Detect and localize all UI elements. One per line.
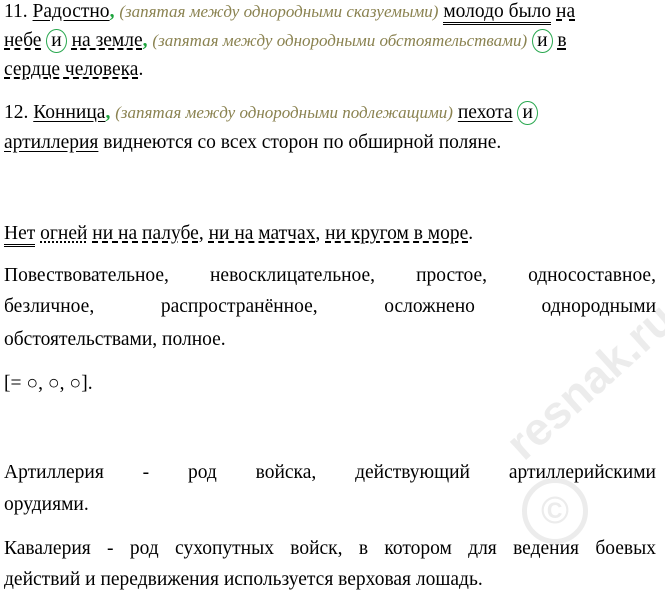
definition-word: в: [358, 538, 369, 559]
definition-word: войск,: [290, 538, 343, 559]
comma-note: (запятая между однородными обстоятельств…: [152, 31, 528, 50]
definition-word: войска,: [255, 462, 317, 483]
sentence-scheme: [= ○, ○, ○].: [4, 373, 93, 394]
subject: Конница: [33, 102, 106, 123]
period: .: [138, 59, 144, 80]
item-number: 12.: [4, 102, 29, 123]
adverbial: на: [556, 1, 576, 22]
definition-word: -: [107, 538, 114, 559]
comma: ,: [315, 223, 321, 244]
definition-kavaleriya-line-2: действий и передвижения используется вер…: [4, 569, 483, 590]
definition-word: действующий: [355, 462, 470, 483]
conjunction-circled: и: [517, 101, 538, 125]
adverbial: ни на палубе: [92, 223, 199, 244]
adverbial: ни кругом в море: [325, 223, 469, 244]
definition-word: для: [468, 538, 497, 559]
comma-note: (запятая между однородными сказуемыми): [119, 2, 439, 21]
conjunction-circled: и: [532, 29, 553, 53]
comma-mark: ,: [109, 1, 115, 22]
definition-word: котором: [384, 538, 452, 559]
comma: ,: [198, 223, 204, 244]
analysis-line-1: Повествовательное, невосклицательное, пр…: [4, 265, 656, 287]
definition-word: род: [187, 462, 217, 483]
object: огней: [40, 223, 88, 244]
item-12-line-1: 12. Конница, (запятая между однородными …: [4, 101, 538, 125]
analysis-word: осложнено: [384, 296, 475, 317]
adverbial: небе: [4, 30, 42, 51]
comma-mark: ,: [142, 30, 148, 51]
item-number: 11.: [4, 1, 28, 22]
predicate: Радостно: [32, 1, 110, 22]
item-11-line-3: сердце человека.: [4, 58, 143, 82]
analysis-line-2: безличное, распространённое, осложнено о…: [4, 296, 656, 318]
item-12-line-2: артиллерия виднеются со всех сторон по о…: [4, 131, 501, 155]
item-11-line-2: небе и на земле, (запятая между однородн…: [4, 29, 567, 53]
watermark: resnak.ru: [495, 292, 665, 470]
definition-word: Кавалерия: [4, 538, 91, 559]
analysis-word: невосклицательное,: [210, 265, 376, 286]
sentence-rest: виднеются со всех сторон по обширной пол…: [103, 132, 502, 153]
predicate: Нет: [4, 223, 36, 247]
adverbial: ни на матчах: [208, 223, 316, 244]
definition-artilleriya-line-2: орудиями.: [4, 494, 89, 515]
analysis-word: безличное,: [4, 296, 95, 317]
copyright-icon: ©: [522, 478, 588, 544]
item-11-line-1: 11. Радостно, (запятая между однородными…: [4, 0, 576, 25]
conjunction-circled: и: [46, 29, 67, 53]
definition-word: -: [142, 462, 150, 483]
definition-word: Артиллерия: [4, 462, 104, 483]
definition-word: сухопутных: [175, 538, 274, 559]
definition-word: род: [129, 538, 159, 559]
analysis-line-3: обстоятельствами, полное.: [4, 329, 226, 350]
definition-word: боевых: [595, 538, 656, 559]
analysis-word: распространённое,: [160, 296, 318, 317]
adverbial: на земле: [71, 30, 143, 51]
subject: пехота: [457, 102, 513, 123]
adverbial: сердце человека: [4, 59, 139, 80]
predicate: молодо было: [443, 1, 552, 25]
period: .: [468, 223, 474, 244]
analysis-word: Повествовательное,: [4, 265, 169, 286]
analysis-word: простое,: [416, 265, 487, 286]
comma-mark: ,: [105, 102, 111, 123]
adverbial: в: [557, 30, 567, 51]
analysis-word: односоставное,: [528, 265, 656, 286]
parsed-sentence: Нет огней ни на палубе, ни на матчах, ни…: [4, 222, 474, 247]
subject: артиллерия: [4, 132, 99, 153]
comma-note: (запятая между однородными подлежащими): [115, 103, 453, 122]
